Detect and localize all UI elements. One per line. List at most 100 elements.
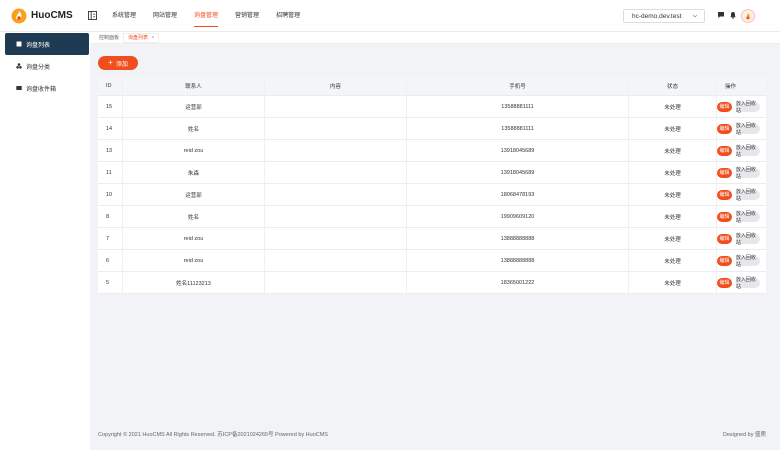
cell-status: 未处理 <box>629 272 717 293</box>
nav-inquiry[interactable]: 询盘管理 <box>194 0 219 32</box>
cell-phone: 13888888888 <box>407 250 629 271</box>
move-to-trash-button[interactable]: 放入回收站 <box>735 211 760 224</box>
logo-text: HuoCMS <box>31 10 73 21</box>
sidebar-item-label: 询盘收件箱 <box>26 86 57 93</box>
table-body: 15 运营部 13588881111 未处理 编辑 放入回收站 14 姓名 1358888111… <box>98 96 766 294</box>
cell-actions: 编辑 放入回收站 <box>717 118 766 139</box>
move-to-trash-button[interactable]: 放入回收站 <box>735 145 760 158</box>
cell-content <box>265 96 407 117</box>
breadcrumb-inquiry-list[interactable]: 询盘列表 × <box>123 33 160 43</box>
cell-status: 未处理 <box>629 250 717 271</box>
table-row: 7 reid zou 13888888888 未处理 编辑 放入回收站 <box>98 228 766 250</box>
sidebar-item-label: 询盘分类 <box>26 64 51 71</box>
cell-contact: 朱森 <box>123 162 265 183</box>
col-header-phone: 手机号 <box>407 76 629 95</box>
sidebar-item-inquiry-inbox[interactable]: 询盘收件箱 <box>5 77 89 99</box>
add-button[interactable]: + 添加 <box>98 56 138 70</box>
col-header-actions: 操作 <box>724 83 736 90</box>
cell-id: 7 <box>98 228 123 249</box>
cell-phone: 19909609120 <box>407 206 629 227</box>
plus-icon: + <box>108 58 113 67</box>
table-row: 11 朱森 13918045689 未处理 编辑 放入回收站 <box>98 162 766 184</box>
chevron-down-icon <box>692 14 698 18</box>
edit-button[interactable]: 编辑 <box>717 101 732 112</box>
edit-button[interactable]: 编辑 <box>717 233 732 244</box>
cell-status: 未处理 <box>629 228 717 249</box>
move-to-trash-button[interactable]: 放入回收站 <box>735 189 760 202</box>
menu-toggle-icon[interactable] <box>88 11 97 20</box>
cell-contact: 姓名 <box>123 118 265 139</box>
edit-button[interactable]: 编辑 <box>717 167 732 178</box>
table-row: 8 姓名 19909609120 未处理 编辑 放入回收站 <box>98 206 766 228</box>
move-to-trash-button[interactable]: 放入回收站 <box>735 123 760 136</box>
table-row: 15 运营部 13588881111 未处理 编辑 放入回收站 <box>98 96 766 118</box>
domain-select-value: hc-demo.dev.test <box>632 13 682 20</box>
table-row: 13 reid zou 13918045689 未处理 编辑 放入回收站 <box>98 140 766 162</box>
cell-id: 6 <box>98 250 123 271</box>
move-to-trash-button[interactable]: 放入回收站 <box>735 255 760 268</box>
cell-actions: 编辑 放入回收站 <box>717 228 766 249</box>
cell-phone: 13918045689 <box>407 162 629 183</box>
cell-contact: 姓名11123213 <box>123 272 265 293</box>
nav-marketing[interactable]: 营销管理 <box>235 0 259 32</box>
cell-status: 未处理 <box>629 140 717 161</box>
domain-select[interactable]: hc-demo.dev.test <box>623 9 705 23</box>
breadcrumb-dashboard[interactable]: 控制面板 <box>99 34 119 43</box>
cell-id: 10 <box>98 184 123 205</box>
table-row: 10 运营部 18068478193 未处理 编辑 放入回收站 <box>98 184 766 206</box>
table-row: 6 reid zou 13888888888 未处理 编辑 放入回收站 <box>98 250 766 272</box>
sidebar-item-inquiry-category[interactable]: 询盘分类 <box>5 55 89 77</box>
cell-content <box>265 118 407 139</box>
bell-icon[interactable] <box>729 11 737 19</box>
cell-actions: 编辑 放入回收站 <box>717 140 766 161</box>
edit-button[interactable]: 编辑 <box>717 277 732 288</box>
cell-content <box>265 140 407 161</box>
nav-recruitment[interactable]: 招聘管理 <box>276 0 300 32</box>
col-header-contact: 联系人 <box>123 76 265 95</box>
cell-phone: 13888888888 <box>407 228 629 249</box>
breadcrumb-label: 询盘列表 <box>128 35 149 41</box>
table-row: 5 姓名11123213 18365001222 未处理 编辑 放入回收站 <box>98 272 766 294</box>
nav-system[interactable]: 系统管理 <box>112 0 136 32</box>
cell-contact: reid zou <box>123 228 265 249</box>
move-to-trash-button[interactable]: 放入回收站 <box>735 233 760 246</box>
sidebar: 询盘列表 询盘分类 询盘收件箱 <box>0 32 90 450</box>
cell-contact: reid zou <box>123 140 265 161</box>
close-icon[interactable]: × <box>151 35 154 41</box>
cell-phone: 13588881111 <box>407 96 629 117</box>
move-to-trash-button[interactable]: 放入回收站 <box>735 101 760 114</box>
edit-button[interactable]: 编辑 <box>717 145 732 156</box>
footer-copyright: Copyright © 2021 HuoCMS All Rights Reser… <box>98 432 328 438</box>
file-icon <box>16 41 22 47</box>
sidebar-item-inquiry-list[interactable]: 询盘列表 <box>5 33 89 55</box>
inquiry-table: ID 联系人 内容 手机号 状态 操作 15 运营部 13588881111 未处理编… <box>98 76 766 294</box>
move-to-trash-button[interactable]: 放入回收站 <box>735 167 760 180</box>
col-header-id: ID <box>98 76 123 95</box>
cell-id: 11 <box>98 162 123 183</box>
cell-phone: 18365001222 <box>407 272 629 293</box>
cell-status: 未处理 <box>629 162 717 183</box>
avatar[interactable] <box>741 9 755 23</box>
edit-button[interactable]: 编辑 <box>717 189 732 200</box>
message-icon[interactable] <box>717 11 725 19</box>
cell-contact: reid zou <box>123 250 265 271</box>
table-header: ID 联系人 内容 手机号 状态 操作 <box>98 76 766 96</box>
cell-content <box>265 206 407 227</box>
nav-website[interactable]: 网站管理 <box>153 0 177 32</box>
breadcrumb: 控制面板 询盘列表 × <box>90 32 780 44</box>
huocms-logo-icon[interactable] <box>11 8 27 24</box>
edit-button[interactable]: 编辑 <box>717 211 732 222</box>
edit-button[interactable]: 编辑 <box>717 123 732 134</box>
cell-status: 未处理 <box>629 206 717 227</box>
category-icon <box>16 63 22 69</box>
cell-actions: 编辑 放入回收站 <box>717 206 766 227</box>
move-to-trash-button[interactable]: 放入回收站 <box>735 277 760 290</box>
cell-phone: 18068478193 <box>407 184 629 205</box>
avatar-flame-icon <box>746 13 750 20</box>
cell-status: 未处理 <box>629 184 717 205</box>
cell-actions: 编辑 放入回收站 <box>717 184 766 205</box>
cell-actions: 编辑 放入回收站 <box>717 162 766 183</box>
col-header-status: 状态 <box>629 76 717 95</box>
edit-button[interactable]: 编辑 <box>717 255 732 266</box>
cell-id: 14 <box>98 118 123 139</box>
